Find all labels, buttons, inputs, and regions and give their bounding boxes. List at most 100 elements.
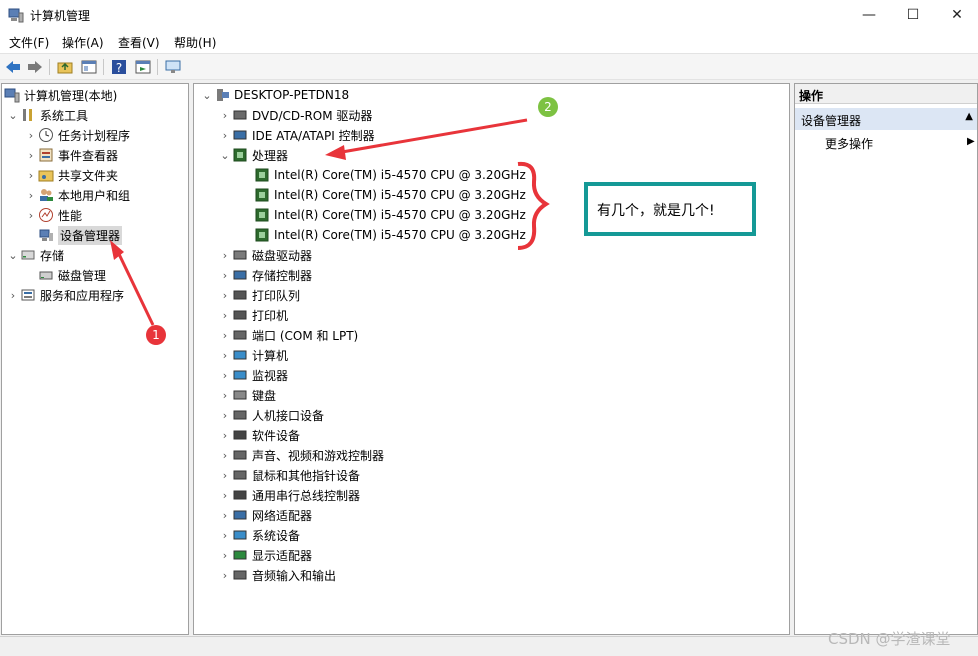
- device-category-row[interactable]: › 键盘: [218, 385, 276, 405]
- forward-icon[interactable]: [26, 58, 44, 76]
- tree-label: 系统工具: [40, 108, 89, 123]
- device-category-label: 端口 (COM 和 LPT): [252, 328, 359, 343]
- device-category-row[interactable]: › 磁盘驱动器: [218, 245, 312, 265]
- collapsed-chevron-icon[interactable]: ›: [218, 329, 232, 342]
- collapsed-chevron-icon[interactable]: ›: [218, 489, 232, 502]
- device-category-icon: [233, 270, 247, 280]
- actions-section-device-manager[interactable]: 设备管理器 ▲: [795, 108, 977, 130]
- storage-icon: [21, 250, 35, 260]
- device-category-row[interactable]: › 声音、视频和游戏控制器: [218, 445, 384, 465]
- collapsed-chevron-icon[interactable]: ›: [218, 509, 232, 522]
- properties-icon[interactable]: [134, 58, 152, 76]
- device-category-icon: [233, 370, 247, 380]
- collapsed-chevron-icon[interactable]: ›: [218, 529, 232, 542]
- device-category-label: 监视器: [252, 368, 289, 383]
- device-category-row[interactable]: › 音频输入和输出: [218, 565, 336, 585]
- annotation-badge-2: 2: [538, 97, 558, 117]
- collapsed-chevron-icon[interactable]: ›: [218, 249, 232, 262]
- close-button[interactable]: ✕: [934, 0, 978, 30]
- menu-action[interactable]: 操作(A): [62, 34, 104, 51]
- show-hide-tree-icon[interactable]: [80, 58, 98, 76]
- submenu-arrow-icon[interactable]: ▶: [967, 136, 975, 147]
- collapsed-chevron-icon[interactable]: ›: [218, 309, 232, 322]
- tree-item-storage[interactable]: ⌄ 存储: [6, 245, 64, 265]
- collapsed-chevron-icon[interactable]: ›: [218, 469, 232, 482]
- navigation-tree: 计算机管理(本地) ⌄ 系统工具 › 任务计划程序 › 事件查看器 › 共享文件…: [1, 83, 189, 635]
- performance-icon: [39, 208, 53, 222]
- expanded-chevron-icon[interactable]: ⌄: [200, 89, 214, 102]
- tree-item-event-viewer[interactable]: › 事件查看器: [24, 145, 118, 165]
- collapsed-chevron-icon[interactable]: ›: [218, 289, 232, 302]
- device-category-row[interactable]: › DVD/CD-ROM 驱动器: [218, 105, 373, 125]
- expanded-chevron-icon[interactable]: ⌄: [6, 109, 20, 122]
- monitor-icon[interactable]: [164, 58, 182, 76]
- menu-file[interactable]: 文件(F): [9, 34, 49, 51]
- device-category-row[interactable]: › IDE ATA/ATAPI 控制器: [218, 125, 375, 145]
- device-category-row[interactable]: › 打印机: [218, 305, 288, 325]
- tree-item-services-apps[interactable]: › 服务和应用程序: [6, 285, 124, 305]
- collapsed-chevron-icon[interactable]: ›: [218, 429, 232, 442]
- collapsed-chevron-icon[interactable]: ›: [218, 449, 232, 462]
- collapsed-chevron-icon[interactable]: ›: [218, 369, 232, 382]
- device-category-row[interactable]: › 打印队列: [218, 285, 300, 305]
- processor-icon: [255, 208, 269, 222]
- collapsed-chevron-icon[interactable]: ›: [218, 129, 232, 142]
- expanded-chevron-icon[interactable]: ⌄: [218, 149, 232, 162]
- device-category-row[interactable]: › 存储控制器: [218, 265, 312, 285]
- collapsed-chevron-icon[interactable]: ›: [218, 569, 232, 582]
- processor-row[interactable]: Intel(R) Core(TM) i5-4570 CPU @ 3.20GHz: [254, 225, 526, 245]
- help-icon[interactable]: ?: [110, 58, 128, 76]
- menu-help[interactable]: 帮助(H): [174, 34, 216, 51]
- device-category-label: 计算机: [252, 348, 289, 363]
- tree-item-shared-folders[interactable]: › 共享文件夹: [24, 165, 118, 185]
- tree-label: 服务和应用程序: [40, 288, 125, 303]
- device-category-icon: [233, 470, 247, 480]
- device-category-row[interactable]: › 显示适配器: [218, 545, 312, 565]
- collapsed-chevron-icon[interactable]: ›: [218, 109, 232, 122]
- device-category-row[interactable]: › 网络适配器: [218, 505, 312, 525]
- tree-label: 任务计划程序: [58, 128, 131, 143]
- more-actions-item[interactable]: 更多操作: [825, 135, 873, 152]
- collapsed-chevron-icon[interactable]: ›: [218, 349, 232, 362]
- annotation-badge-1: 1: [146, 325, 166, 345]
- back-icon[interactable]: [4, 58, 22, 76]
- tree-item-root[interactable]: 计算机管理(本地): [4, 85, 117, 105]
- device-category-row[interactable]: › 人机接口设备: [218, 405, 324, 425]
- collapsed-chevron-icon[interactable]: ›: [6, 289, 20, 302]
- minimize-button[interactable]: —: [846, 0, 892, 30]
- device-category-row[interactable]: ⌄ 处理器: [218, 145, 288, 165]
- device-category-row[interactable]: › 软件设备: [218, 425, 300, 445]
- collapsed-chevron-icon[interactable]: ›: [24, 169, 38, 182]
- tree-item-system-tools[interactable]: ⌄ 系统工具: [6, 105, 88, 125]
- up-folder-icon[interactable]: [56, 58, 74, 76]
- device-category-row[interactable]: › 通用串行总线控制器: [218, 485, 360, 505]
- collapsed-chevron-icon[interactable]: ›: [24, 209, 38, 222]
- collapsed-chevron-icon[interactable]: ›: [218, 269, 232, 282]
- device-category-row[interactable]: › 计算机: [218, 345, 288, 365]
- tree-item-task-scheduler[interactable]: › 任务计划程序: [24, 125, 130, 145]
- device-category-row[interactable]: › 鼠标和其他指针设备: [218, 465, 360, 485]
- tree-item-local-users[interactable]: › 本地用户和组: [24, 185, 130, 205]
- collapsed-chevron-icon[interactable]: ›: [24, 129, 38, 142]
- collapse-up-icon[interactable]: ▲: [965, 111, 973, 122]
- collapsed-chevron-icon[interactable]: ›: [218, 549, 232, 562]
- processor-icon: [233, 148, 247, 162]
- device-category-row[interactable]: › 系统设备: [218, 525, 300, 545]
- device-tree-root[interactable]: ⌄ DESKTOP-PETDN18: [200, 85, 349, 105]
- processor-row[interactable]: Intel(R) Core(TM) i5-4570 CPU @ 3.20GHz: [254, 205, 526, 225]
- menu-view[interactable]: 查看(V): [118, 34, 160, 51]
- processor-row[interactable]: Intel(R) Core(TM) i5-4570 CPU @ 3.20GHz: [254, 165, 526, 185]
- tree-item-device-manager[interactable]: 设备管理器: [38, 225, 123, 245]
- collapsed-chevron-icon[interactable]: ›: [218, 409, 232, 422]
- expanded-chevron-icon[interactable]: ⌄: [6, 249, 20, 262]
- collapsed-chevron-icon[interactable]: ›: [218, 389, 232, 402]
- device-category-icon: [233, 310, 247, 320]
- device-category-row[interactable]: › 端口 (COM 和 LPT): [218, 325, 358, 345]
- processor-row[interactable]: Intel(R) Core(TM) i5-4570 CPU @ 3.20GHz: [254, 185, 526, 205]
- device-category-row[interactable]: › 监视器: [218, 365, 288, 385]
- tree-item-disk-management[interactable]: 磁盘管理: [38, 265, 106, 285]
- collapsed-chevron-icon[interactable]: ›: [24, 149, 38, 162]
- maximize-button[interactable]: ☐: [890, 0, 936, 30]
- collapsed-chevron-icon[interactable]: ›: [24, 189, 38, 202]
- tree-item-performance[interactable]: › 性能: [24, 205, 82, 225]
